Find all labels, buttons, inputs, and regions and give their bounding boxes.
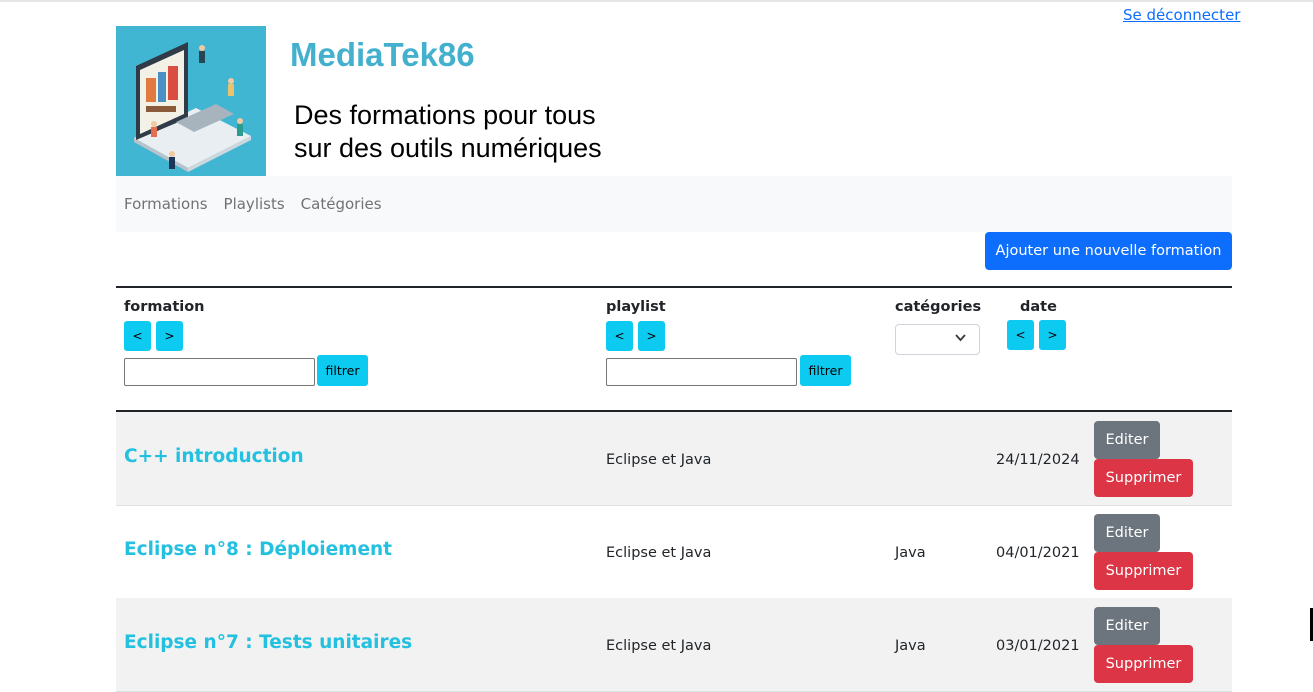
formation-playlist: Eclipse et Java xyxy=(606,452,712,468)
date-sort-desc-button[interactable]: > xyxy=(1039,320,1066,350)
logout-link[interactable]: Se déconnecter xyxy=(1123,6,1240,24)
formation-playlist: Eclipse et Java xyxy=(606,545,712,561)
tagline-line-1: Des formations pour tous xyxy=(294,100,596,130)
formation-date: 24/11/2024 xyxy=(996,452,1080,468)
delete-button[interactable]: Supprimer xyxy=(1094,552,1193,590)
formation-date: 03/01/2021 xyxy=(996,638,1080,654)
tagline-line-2: sur des outils numériques xyxy=(294,133,602,163)
tagline: Des formations pour tous sur des outils … xyxy=(294,99,714,165)
delete-button[interactable]: Supprimer xyxy=(1094,645,1193,683)
brand-title: MediaTek86 xyxy=(290,36,475,73)
main-navbar: Formations Playlists Catégories xyxy=(116,176,1232,232)
table-header-top-rule xyxy=(116,286,1232,288)
date-sort-asc-button[interactable]: < xyxy=(1007,320,1034,350)
formation-sort-asc-button[interactable]: < xyxy=(124,321,151,351)
table-row: C++ introduction Eclipse et Java 24/11/2… xyxy=(116,412,1232,506)
edit-button[interactable]: Editer xyxy=(1094,607,1160,645)
formation-title-link[interactable]: Eclipse n°7 : Tests unitaires xyxy=(124,632,412,653)
formation-filter-button[interactable]: filtrer xyxy=(317,355,368,386)
column-header-date: date xyxy=(1020,299,1057,315)
column-header-categories: catégories xyxy=(895,299,982,315)
column-header-formation: formation xyxy=(124,299,205,315)
chevron-down-icon xyxy=(954,331,967,348)
formation-sort-desc-button[interactable]: > xyxy=(156,321,183,351)
formation-title-link[interactable]: Eclipse n°8 : Déploiement xyxy=(124,539,392,560)
nav-item-formations[interactable]: Formations xyxy=(124,195,208,213)
playlist-filter-button[interactable]: filtrer xyxy=(800,355,851,386)
formation-category: Java xyxy=(895,638,926,654)
playlist-sort-desc-button[interactable]: > xyxy=(638,321,665,351)
edit-button[interactable]: Editer xyxy=(1094,421,1160,459)
delete-button[interactable]: Supprimer xyxy=(1094,459,1193,497)
laptop-illustration-icon xyxy=(116,26,266,176)
playlist-sort-asc-button[interactable]: < xyxy=(606,321,633,351)
add-formation-button[interactable]: Ajouter une nouvelle formation xyxy=(985,232,1232,270)
nav-item-playlists[interactable]: Playlists xyxy=(224,195,285,213)
formation-date: 04/01/2021 xyxy=(996,545,1080,561)
formation-category: Java xyxy=(895,545,926,561)
table-row: Eclipse n°8 : Déploiement Eclipse et Jav… xyxy=(116,505,1232,599)
edit-button[interactable]: Editer xyxy=(1094,514,1160,552)
formation-playlist: Eclipse et Java xyxy=(606,638,712,654)
column-header-playlist: playlist xyxy=(606,299,666,315)
logo-image xyxy=(116,26,266,176)
nav-item-categories[interactable]: Catégories xyxy=(301,195,382,213)
table-row: Eclipse n°7 : Tests unitaires Eclipse et… xyxy=(116,598,1232,692)
top-border xyxy=(0,0,1313,2)
category-select[interactable] xyxy=(895,324,980,355)
formation-filter-input[interactable] xyxy=(124,358,315,386)
formation-title-link[interactable]: C++ introduction xyxy=(124,446,304,467)
playlist-filter-input[interactable] xyxy=(606,358,797,386)
